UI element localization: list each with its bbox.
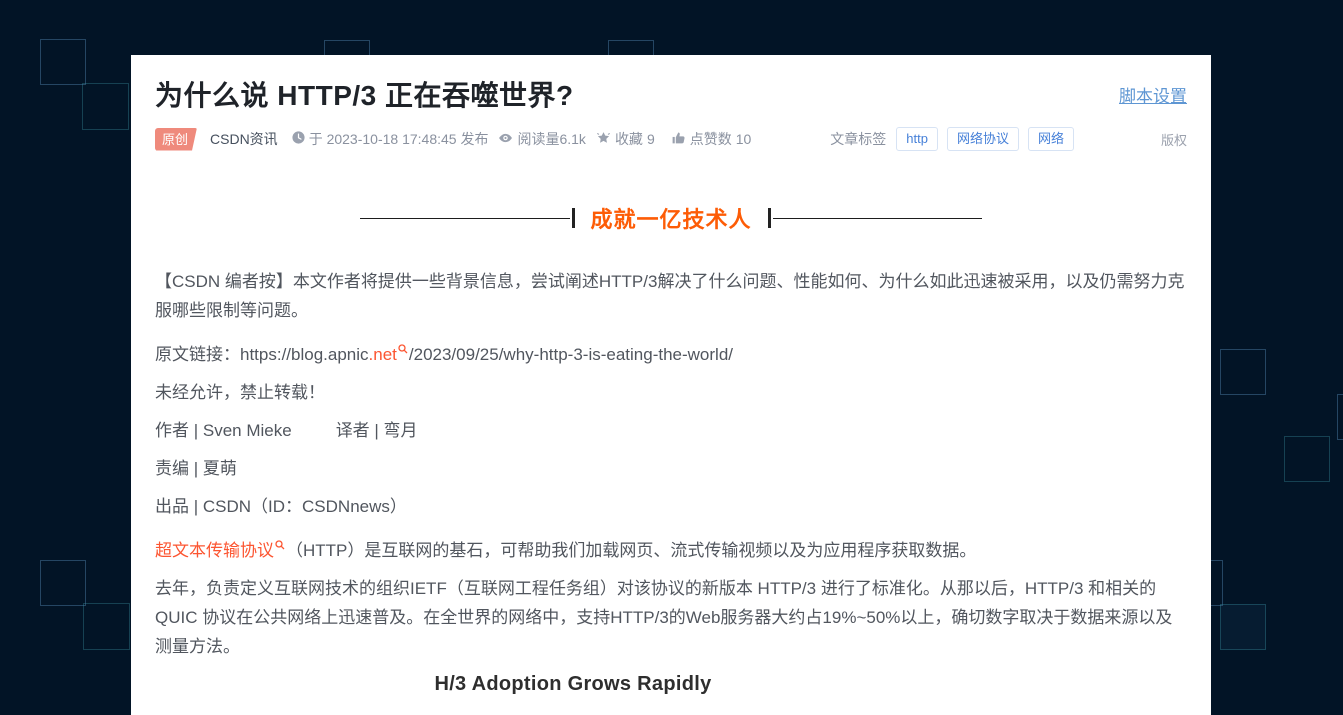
editor-note-text: 【CSDN 编者按】本文作者将提供一些背景信息，尝试阐述HTTP/3解决了什么问… (155, 272, 1185, 320)
original-badge: 原创 (155, 128, 197, 151)
chart-image-region: H/3 Adoption Grows Rapidly (155, 670, 991, 699)
author-link[interactable]: CSDN资讯 (210, 129, 278, 149)
divider-bar (767, 208, 771, 228)
no-reprint-paragraph: 未经允许，禁止转载！ (155, 383, 325, 402)
source-link-prefix: 原文链接：https://blog.apnic (155, 345, 369, 364)
favorite-count: 9 (646, 131, 655, 147)
editor-note-paragraph: 【CSDN 编者按】本文作者将提供一些背景信息，尝试阐述HTTP/3解决了什么问… (155, 267, 1187, 325)
background-decoration (1220, 349, 1266, 395)
tag-network-protocol[interactable]: 网络协议 (946, 127, 1019, 151)
chart-heading: H/3 Adoption Grows Rapidly (434, 673, 712, 695)
like-count: 10 (735, 131, 752, 147)
publisher-line-paragraph: 出品 | CSDN（ID：CSDNnews） (155, 497, 407, 516)
slogan-text: 成就一亿技术人 (590, 207, 752, 232)
http-keyword-link[interactable]: 超文本传输协议 (155, 541, 274, 560)
article-card: 为什么说 HTTP/3 正在吞噬世界? 脚本设置 原创 CSDN资讯 于 202… (131, 55, 1211, 715)
background-decoration (1284, 436, 1330, 482)
source-link-paragraph: 原文链接：https://blog.apnic.net/2023/09/25/w… (155, 334, 1187, 369)
article-body: 【CSDN 编者按】本文作者将提供一些背景信息，尝试阐述HTTP/3解决了什么问… (155, 267, 1187, 699)
clock-icon (292, 131, 305, 147)
editor-line-paragraph: 责编 | 夏萌 (155, 459, 237, 478)
tags-label: 文章标签 (830, 131, 887, 147)
star-collect-icon (596, 131, 611, 148)
http-intro-text: （HTTP）是互联网的基石，可帮助我们加载网页、流式传输视频以及为应用程序获取数… (286, 541, 977, 560)
publish-date: 于 2023-10-18 17:48:45 发布 (308, 131, 489, 147)
thumb-up-icon (671, 131, 686, 148)
byline-translator: 译者 | 弯月 (335, 421, 418, 440)
copyright-link[interactable]: 版权 (1161, 130, 1187, 149)
tag-network[interactable]: 网络 (1027, 127, 1074, 151)
article-meta-bar: 原创 CSDN资讯 于 2023-10-18 17:48:45 发布 阅读量6.… (155, 127, 1187, 151)
eye-icon (498, 131, 513, 147)
slogan-divider: 成就一亿技术人 (360, 203, 983, 233)
http-intro-paragraph: 超文本传输协议 （HTTP）是互联网的基石，可帮助我们加载网页、流式传输视频以及为… (155, 530, 1187, 565)
search-icon[interactable] (275, 530, 285, 559)
divider-line (772, 217, 983, 219)
byline-paragraph: 作者 | Sven Mieke 译者 | 弯月 (155, 416, 1187, 445)
background-decoration (83, 603, 130, 650)
background-decoration (82, 83, 129, 130)
byline-author: 作者 | Sven Mieke (155, 421, 292, 440)
like-label[interactable]: 点赞数 (690, 129, 732, 149)
background-decoration (40, 39, 86, 85)
source-link-highlight[interactable]: .net (369, 345, 397, 364)
background-decoration (1337, 394, 1343, 440)
body-paragraph: 去年，负责定义互联网技术的组织IETF（互联网工程任务组）对该协议的新版本 HT… (155, 579, 1173, 656)
divider-bar (571, 208, 575, 228)
title-row: 为什么说 HTTP/3 正在吞噬世界? 脚本设置 (155, 74, 1187, 114)
search-icon[interactable] (398, 334, 408, 363)
read-count: 阅读量6.1k (517, 131, 586, 147)
divider-line (360, 217, 570, 219)
page-title: 为什么说 HTTP/3 正在吞噬世界? (155, 80, 574, 111)
background-decoration (40, 560, 86, 606)
background-decoration (1220, 604, 1266, 650)
source-link-suffix: /2023/09/25/why-http-3-is-eating-the-wor… (408, 345, 734, 364)
script-settings-link[interactable]: 脚本设置 (1119, 82, 1187, 107)
favorite-label[interactable]: 收藏 (615, 129, 643, 149)
tag-http[interactable]: http (896, 127, 938, 151)
meta-right-group: 文章标签 http 网络协议 网络 版权 (830, 127, 1187, 151)
